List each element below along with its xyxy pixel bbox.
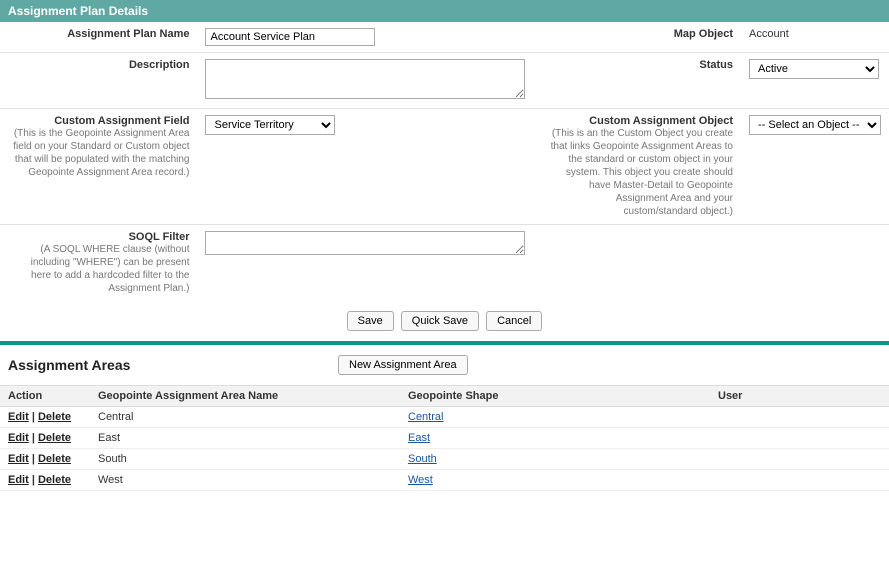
area-name: Central [90,407,400,428]
custom-object-help: (This is an the Custom Object you create… [541,127,733,218]
custom-field-help: (This is the Geopointe Assignment Area f… [8,127,189,179]
map-object-value: Account [749,28,789,40]
delete-link[interactable]: Delete [38,411,71,423]
area-user [710,428,889,449]
status-select[interactable]: Active [749,59,879,79]
custom-field-select[interactable]: Service Territory [205,115,335,135]
area-name: West [90,470,400,491]
delete-link[interactable]: Delete [38,474,71,486]
delete-link[interactable]: Delete [38,453,71,465]
area-name: South [90,449,400,470]
plan-name-input[interactable] [205,28,375,46]
edit-link[interactable]: Edit [8,411,29,423]
description-label: Description [129,59,190,71]
action-separator: | [29,411,38,423]
area-user [710,449,889,470]
custom-object-label: Custom Assignment Object [589,115,733,127]
shape-link[interactable]: East [408,432,430,444]
action-separator: | [29,453,38,465]
edit-link[interactable]: Edit [8,474,29,486]
quick-save-button[interactable]: Quick Save [401,311,479,331]
area-user [710,470,889,491]
soql-filter-input[interactable] [205,231,525,255]
col-user: User [710,386,889,407]
col-shape: Geopointe Shape [400,386,710,407]
delete-link[interactable]: Delete [38,432,71,444]
save-button[interactable]: Save [347,311,394,331]
area-user [710,407,889,428]
edit-link[interactable]: Edit [8,432,29,444]
areas-header: Assignment Areas New Assignment Area [0,345,889,385]
description-input[interactable] [205,59,525,99]
details-section: Assignment Plan Name Map Object Account … [0,22,889,341]
col-action: Action [0,386,90,407]
action-separator: | [29,474,38,486]
table-row: Edit | Delete East East [0,428,889,449]
table-row: Edit | Delete Central Central [0,407,889,428]
button-row: Save Quick Save Cancel [0,301,889,341]
soql-filter-label: SOQL Filter [129,231,190,243]
shape-link[interactable]: West [408,474,433,486]
col-name: Geopointe Assignment Area Name [90,386,400,407]
shape-link[interactable]: South [408,453,437,465]
custom-field-label: Custom Assignment Field [54,115,189,127]
area-name: East [90,428,400,449]
custom-object-select[interactable]: -- Select an Object -- [749,115,881,135]
table-row: Edit | Delete South South [0,449,889,470]
edit-link[interactable]: Edit [8,453,29,465]
table-row: Edit | Delete West West [0,470,889,491]
new-assignment-area-button[interactable]: New Assignment Area [338,355,468,375]
status-label: Status [699,59,733,71]
map-object-label: Map Object [674,28,733,40]
shape-link[interactable]: Central [408,411,443,423]
soql-filter-help: (A SOQL WHERE clause (without including … [8,243,189,295]
section-header: Assignment Plan Details [0,0,889,22]
plan-name-label: Assignment Plan Name [67,28,189,40]
areas-table: Action Geopointe Assignment Area Name Ge… [0,385,889,491]
section-title: Assignment Plan Details [8,4,148,18]
areas-title: Assignment Areas [8,357,338,373]
action-separator: | [29,432,38,444]
cancel-button[interactable]: Cancel [486,311,542,331]
